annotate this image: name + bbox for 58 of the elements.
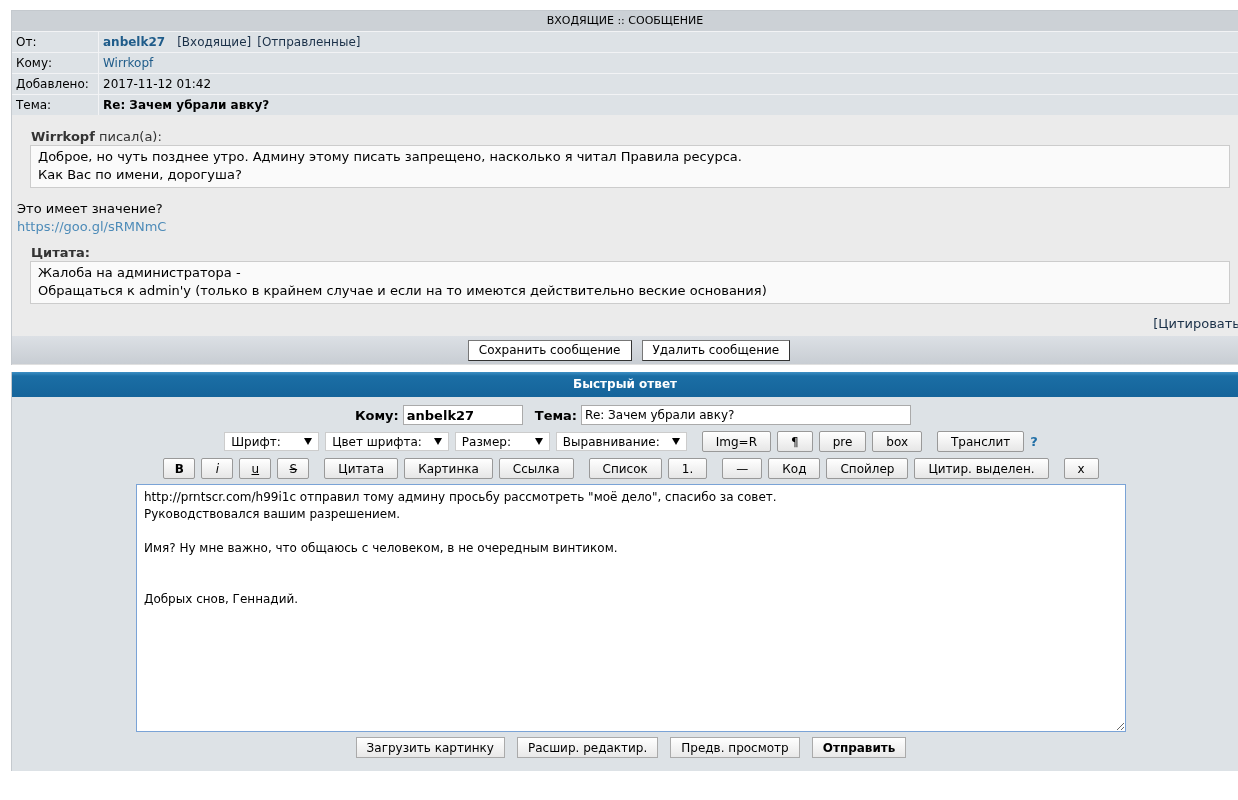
form-button[interactable]: Загрузить картинку — [355, 737, 505, 758]
quote-line: Как Вас по имени, дорогуша? — [38, 166, 243, 184]
toolbar-button[interactable]: Цитир. выделен. — [914, 458, 1049, 479]
caret-icon — [304, 438, 313, 445]
form-button[interactable]: Расшир. редактир. — [516, 737, 659, 758]
italic-button[interactable]: i — [201, 458, 234, 479]
caret-icon — [534, 438, 543, 445]
quote-title: Цитата: — [31, 245, 91, 260]
toolbar-button[interactable]: Список — [588, 458, 662, 479]
toolbar-button[interactable]: Код — [768, 458, 821, 479]
toolbar-button[interactable]: x — [1063, 458, 1099, 479]
field-label: Добавлено: — [12, 74, 98, 94]
action-button[interactable]: Сохранить сообщение — [467, 339, 632, 361]
underline-button[interactable]: u — [239, 458, 272, 479]
user-link[interactable]: anbelk27 — [103, 32, 166, 52]
dropdown[interactable]: Шрифт: — [224, 432, 320, 451]
toolbar-button[interactable]: Img=R — [701, 431, 771, 452]
toolbar-button[interactable]: — — [722, 458, 763, 479]
message-text: Это имеет значение? — [17, 200, 164, 218]
toolbar-button[interactable]: Транслит — [937, 431, 1025, 452]
strikethrough-button[interactable]: S — [277, 458, 310, 479]
field-label: Тема: — [534, 407, 578, 423]
dropdown[interactable]: Цвет шрифта: — [325, 432, 449, 451]
form-button[interactable]: Отправить — [811, 737, 907, 758]
recipient-field[interactable]: anbelk27 — [402, 405, 523, 425]
toolbar-button[interactable]: Цитата — [324, 458, 399, 479]
subject-text: Re: Зачем убрали авку? — [103, 97, 270, 114]
field-label: Тема: — [12, 95, 98, 115]
quote-line: Доброе, но чуть позднее утро. Админу этому писать запрещено, насколько я читал Правила ресурса. — [38, 148, 743, 166]
quote-line: Обращаться к admin'y (только в крайнем случае и если на то имеются действительно веские основания) — [38, 282, 768, 300]
quote-line: Жалоба на администратора - — [38, 264, 242, 282]
folder-link[interactable]: [Отправленные] — [257, 32, 361, 52]
message-field[interactable]: http://prntscr.com/h99i1c отправил тому админу просьбу рассмотреть "моё дело", спасибо за совет. Руководствовался вашим разрешением. Имя? Ну мне важно, что общаюсь с человеком, в не очередным винтиком. Добрых снов, Геннадий. — [136, 484, 1126, 732]
folder-link[interactable]: [Входящие] — [177, 32, 252, 52]
action-button[interactable]: Удалить сообщение — [641, 339, 791, 361]
toolbar-button[interactable]: Спойлер — [826, 458, 909, 479]
field-label: Кому: — [354, 407, 399, 423]
user-link[interactable]: Wirrkopf — [103, 53, 154, 73]
quote-title: Wirrkopf писал(а): — [31, 129, 163, 144]
bold-button[interactable]: B — [163, 458, 196, 479]
toolbar-button[interactable]: box — [872, 431, 922, 452]
field-label: От: — [12, 32, 98, 52]
dropdown[interactable]: Размер: — [454, 432, 550, 451]
toolbar-button[interactable]: ¶ — [777, 431, 813, 452]
panel-header: ВХОДЯЩИЕ :: СООБЩЕНИЕ — [12, 11, 1238, 31]
form-button[interactable]: Предв. просмотр — [670, 737, 800, 758]
toolbar-button[interactable]: Картинка — [404, 458, 493, 479]
panel-header: Быстрый ответ — [12, 372, 1238, 397]
caret-icon — [433, 438, 442, 445]
toolbar-button[interactable]: Ссылка — [498, 458, 574, 479]
field-label: Кому: — [12, 53, 98, 73]
toolbar-button[interactable]: 1. — [667, 458, 708, 479]
date-text: 2017-11-12 01:42 — [103, 76, 212, 93]
dropdown[interactable]: Выравнивание: — [555, 432, 687, 451]
toolbar-button[interactable]: pre — [818, 431, 867, 452]
subject-field[interactable]: Re: Зачем убрали авку? — [581, 405, 912, 425]
help-link[interactable]: ? — [1030, 434, 1038, 449]
caret-icon — [671, 438, 680, 445]
